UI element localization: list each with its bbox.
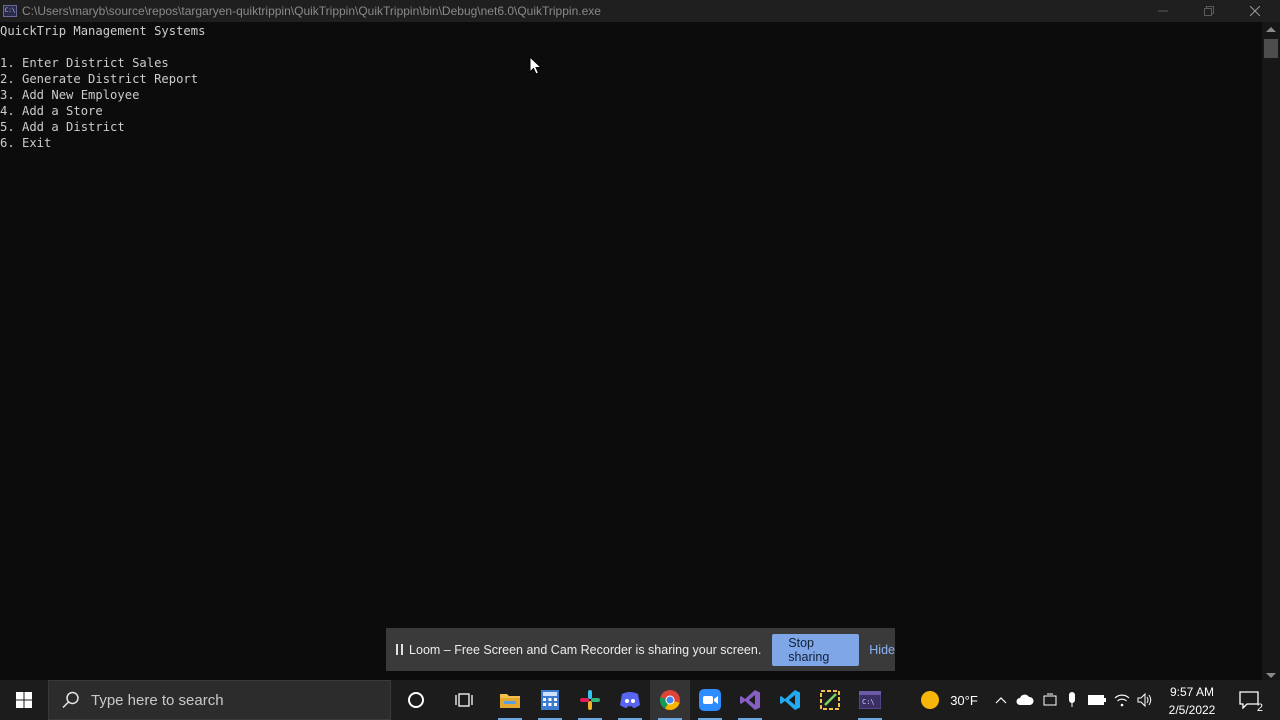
weather-temperature: 30°F — [950, 692, 978, 708]
menu-item-add-new-employee: 3. Add New Employee — [0, 88, 140, 102]
volume-tray-button[interactable] — [1135, 680, 1155, 720]
search-icon — [62, 691, 79, 709]
console-scrollbar[interactable] — [1262, 22, 1280, 680]
taskbar-app-vscode[interactable] — [770, 680, 810, 720]
terminal-icon: C:\ — [859, 691, 881, 709]
weather-widget[interactable]: 30°F — [918, 680, 980, 720]
taskbar-clock[interactable]: 9:57 AM 2/5/2022 — [1160, 680, 1224, 720]
console-output[interactable]: QuickTrip Management Systems 1. Enter Di… — [0, 22, 1262, 662]
window-titlebar[interactable]: C:\ C:\Users\maryb\source\repos\targarye… — [0, 0, 1280, 22]
close-button[interactable] — [1232, 0, 1278, 22]
vscode-icon — [780, 690, 800, 710]
taskbar-app-calculator[interactable] — [530, 680, 570, 720]
minimize-button[interactable] — [1140, 0, 1186, 22]
microphone-icon — [1069, 692, 1075, 707]
show-hidden-icons-button[interactable] — [992, 680, 1010, 720]
visual-studio-icon — [740, 690, 760, 710]
taskbar-app-chrome[interactable] — [650, 680, 690, 720]
windows-start-icon — [16, 692, 32, 708]
restore-button[interactable] — [1186, 0, 1232, 22]
restore-icon — [1204, 6, 1214, 16]
console-app-icon: C:\ — [3, 5, 17, 17]
discord-icon — [620, 692, 640, 708]
minimize-icon — [1158, 10, 1168, 12]
microphone-tray-button[interactable] — [1063, 680, 1081, 720]
wifi-icon — [1114, 694, 1130, 707]
zoom-icon — [699, 689, 721, 711]
calculator-icon — [541, 690, 559, 710]
speaker-icon — [1137, 693, 1152, 707]
scroll-down-icon[interactable] — [1266, 673, 1276, 678]
loom-message: Loom – Free Screen and Cam Recorder is s… — [409, 642, 762, 657]
task-view-icon — [455, 693, 473, 707]
sun-icon — [921, 691, 940, 709]
taskbar-app-zoom[interactable] — [690, 680, 730, 720]
window-title: C:\Users\maryb\source\repos\targaryen-qu… — [22, 4, 601, 18]
taskbar-app-terminal[interactable]: C:\ — [850, 680, 890, 720]
close-icon — [1250, 6, 1260, 16]
cloud-icon — [1016, 694, 1034, 705]
battery-icon — [1088, 695, 1106, 705]
scrollbar-thumb[interactable] — [1264, 39, 1278, 58]
file-explorer-icon — [500, 694, 520, 708]
cortana-button[interactable] — [396, 680, 436, 720]
clock-time: 9:57 AM — [1169, 685, 1215, 699]
meet-now-icon — [1043, 693, 1057, 706]
cortana-icon — [408, 692, 424, 708]
svg-text:C:\: C:\ — [862, 698, 875, 706]
taskbar-app-visual-studio[interactable] — [730, 680, 770, 720]
console-heading: QuickTrip Management Systems — [0, 24, 206, 38]
menu-item-exit: 6. Exit — [0, 136, 52, 150]
chrome-icon — [659, 690, 680, 711]
scroll-up-icon[interactable] — [1266, 27, 1276, 32]
pause-icon[interactable] — [396, 644, 404, 655]
taskbar-app-snipping-tool[interactable] — [810, 680, 850, 720]
notification-count: 2 — [1256, 702, 1263, 714]
stop-sharing-button[interactable]: Stop sharing — [772, 633, 860, 666]
taskbar-search-box[interactable]: Type here to search — [48, 680, 391, 720]
clock-date: 2/5/2022 — [1168, 703, 1216, 717]
chevron-up-icon — [995, 697, 1007, 704]
hide-button[interactable]: Hide — [869, 643, 895, 657]
menu-item-add-district: 5. Add a District — [0, 120, 125, 134]
menu-item-add-store: 4. Add a Store — [0, 104, 103, 118]
start-button[interactable] — [0, 680, 48, 720]
battery-tray-button[interactable] — [1086, 680, 1108, 720]
meet-now-tray-button[interactable] — [1040, 680, 1060, 720]
taskbar-app-slack[interactable] — [570, 680, 610, 720]
taskbar-app-discord[interactable] — [610, 680, 650, 720]
slack-icon — [580, 690, 600, 710]
snip-icon — [820, 690, 840, 710]
loom-sharing-banner: Loom – Free Screen and Cam Recorder is s… — [386, 628, 895, 671]
taskbar-app-file-explorer[interactable] — [490, 680, 530, 720]
taskbar: Type here to search C:\ 30°F 9:57 AM 2/5… — [0, 680, 1280, 720]
task-view-button[interactable] — [444, 680, 484, 720]
menu-item-generate-district-report: 2. Generate District Report — [0, 72, 199, 86]
action-center-button[interactable]: 2 — [1232, 680, 1266, 720]
menu-item-enter-district-sales: 1. Enter District Sales — [0, 56, 169, 70]
mouse-pointer-icon — [529, 56, 543, 75]
onedrive-tray-button[interactable] — [1014, 680, 1036, 720]
wifi-tray-button[interactable] — [1112, 680, 1132, 720]
search-placeholder: Type here to search — [91, 691, 224, 709]
